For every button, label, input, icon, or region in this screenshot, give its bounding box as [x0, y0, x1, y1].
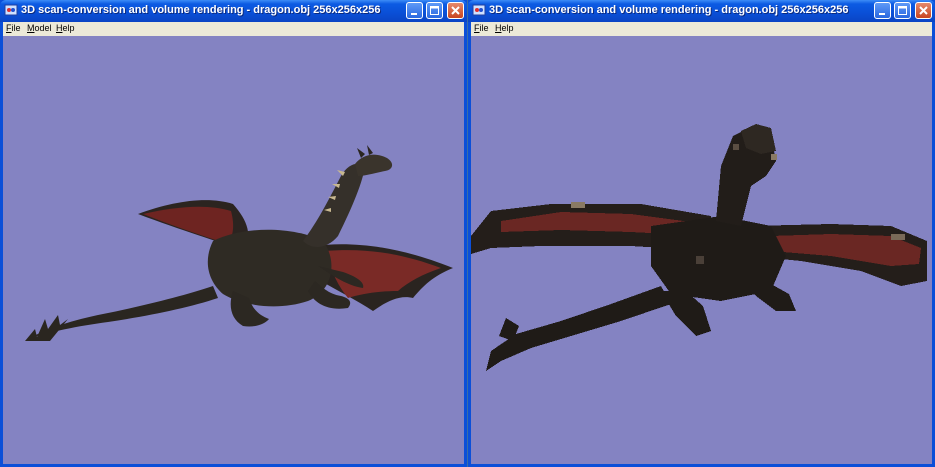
- minimize-button[interactable]: [874, 2, 891, 19]
- window-title: 3D scan-conversion and volume rendering …: [489, 4, 849, 16]
- title-bar[interactable]: 3D scan-conversion and volume rendering …: [0, 0, 467, 22]
- window-right: 3D scan-conversion and volume rendering …: [468, 0, 935, 467]
- title-bar[interactable]: 3D scan-conversion and volume rendering …: [468, 0, 935, 22]
- maximize-icon: [430, 6, 439, 15]
- menu-bar: File Help: [471, 22, 932, 36]
- menu-file[interactable]: File: [474, 23, 489, 33]
- menu-model-accelerator: M: [27, 23, 35, 33]
- minimize-icon: [879, 13, 885, 15]
- app-icon[interactable]: [472, 3, 486, 17]
- voxel-dragon-render: [471, 124, 927, 371]
- maximize-icon: [898, 6, 907, 15]
- smooth-dragon-render: [25, 145, 453, 341]
- menu-help[interactable]: Help: [56, 23, 75, 33]
- menu-help-label: elp: [62, 23, 75, 33]
- render-viewport-voxel[interactable]: [471, 36, 932, 464]
- close-button[interactable]: [447, 2, 464, 19]
- minimize-icon: [411, 13, 417, 15]
- menu-file[interactable]: File: [6, 23, 21, 33]
- menu-help[interactable]: Help: [495, 23, 514, 33]
- menu-bar: File Model Help: [3, 22, 464, 36]
- window-left: 3D scan-conversion and volume rendering …: [0, 0, 467, 467]
- close-icon: [451, 6, 460, 15]
- window-title: 3D scan-conversion and volume rendering …: [21, 4, 381, 16]
- app-icon[interactable]: [4, 3, 18, 17]
- menu-file-label: ile: [479, 23, 489, 33]
- menu-model-label: odel: [34, 23, 52, 33]
- menu-file-label: ile: [11, 23, 21, 33]
- menu-model[interactable]: Model: [27, 23, 52, 33]
- close-icon: [919, 6, 928, 15]
- close-button[interactable]: [915, 2, 932, 19]
- maximize-button[interactable]: [426, 2, 443, 19]
- menu-help-label: elp: [501, 23, 514, 33]
- minimize-button[interactable]: [406, 2, 423, 19]
- maximize-button[interactable]: [894, 2, 911, 19]
- render-viewport-smooth[interactable]: [3, 36, 464, 464]
